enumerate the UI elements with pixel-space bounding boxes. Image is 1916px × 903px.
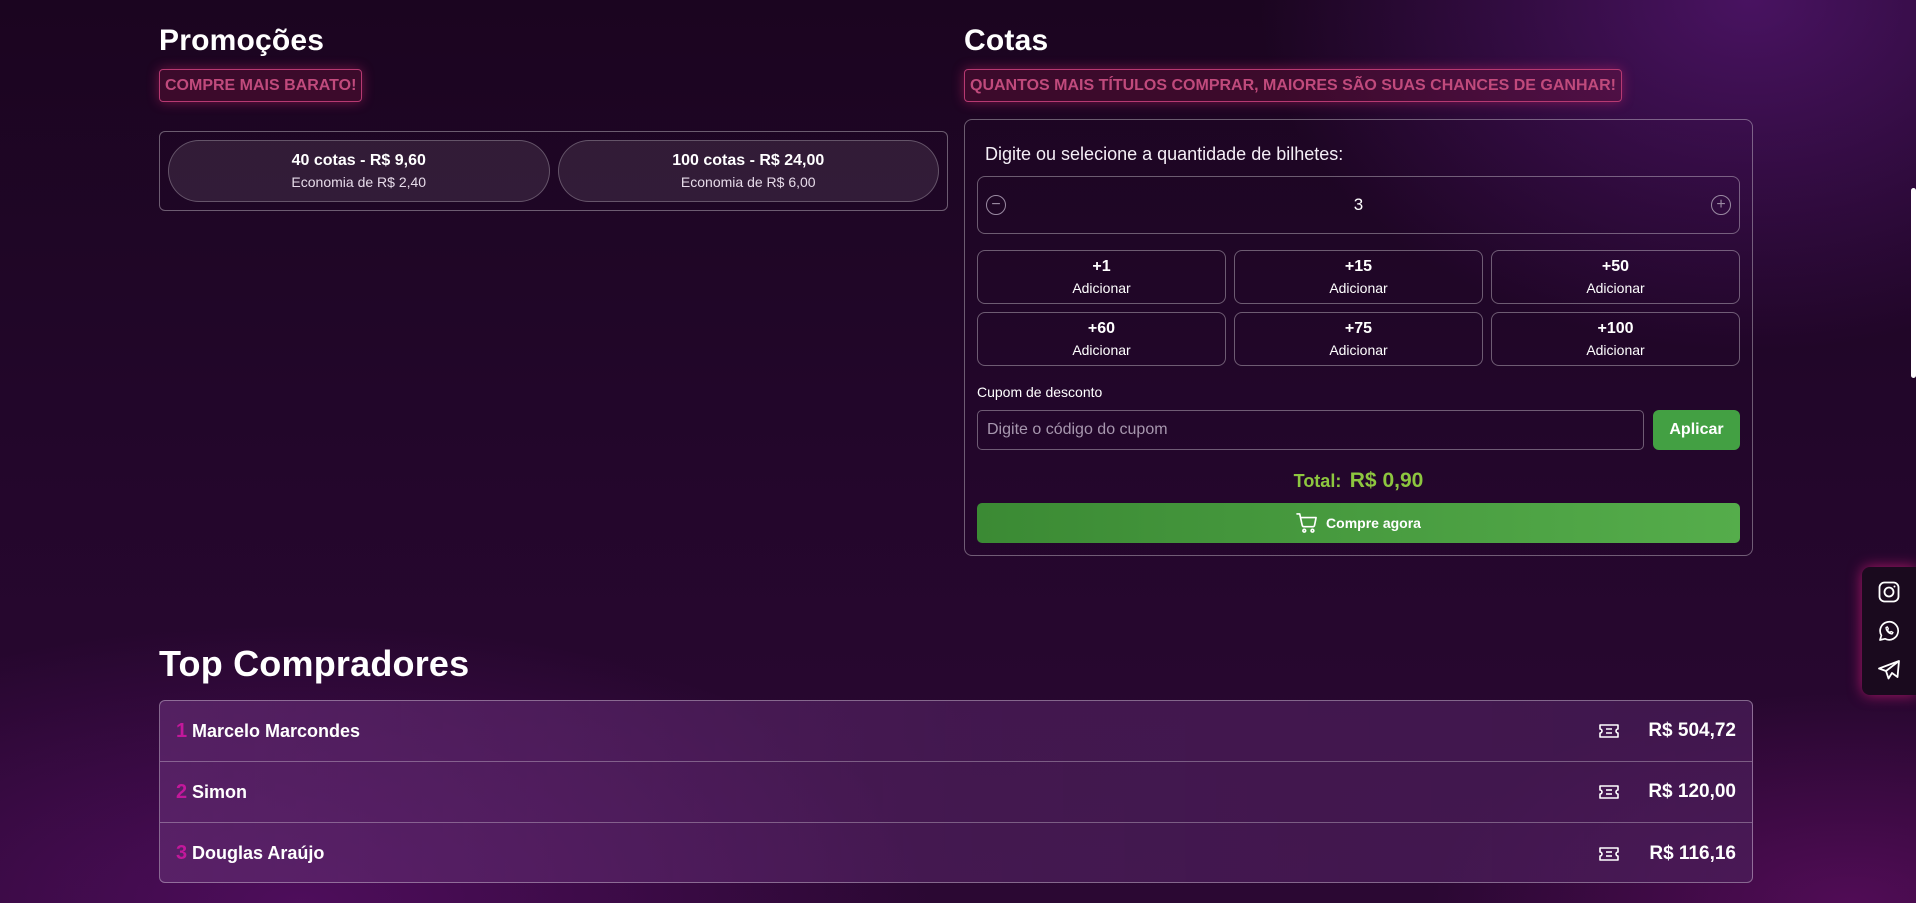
instagram-icon[interactable] [1876,579,1902,605]
add-label: Adicionar [1072,280,1131,296]
add-60-button[interactable]: +60 Adicionar [977,312,1226,366]
add-label: Adicionar [1586,342,1645,358]
buyer-total: R$ 120,00 [1648,781,1736,802]
ticket-icon [1598,785,1620,799]
add-label: Adicionar [1329,280,1388,296]
promo-savings: Economia de R$ 6,00 [680,174,816,190]
add-15-button[interactable]: +15 Adicionar [1234,250,1483,304]
ranking-row: 3 Douglas Araújo R$ 116,16 [160,823,1752,882]
plus-circle-icon[interactable]: + [1711,195,1731,215]
promo-list: 40 cotas - R$ 9,60 Economia de R$ 2,40 1… [159,131,948,211]
add-1-button[interactable]: +1 Adicionar [977,250,1226,304]
ticket-icon [1598,724,1620,738]
buyer-name: Douglas Araújo [192,843,325,863]
rank-number: 1 [176,719,188,742]
add-label: Adicionar [1586,280,1645,296]
rank-number: 3 [176,842,188,864]
add-amount: +15 [1344,258,1373,275]
buyer-name: Marcelo Marcondes [192,720,361,741]
quantity-value[interactable]: 3 [1354,195,1363,215]
apply-coupon-button[interactable]: Aplicar [1653,410,1740,450]
cart-icon [1296,513,1318,533]
quick-add-grid: +1 Adicionar +15 Adicionar +50 Adicionar… [977,250,1740,366]
page-scrollbar[interactable] [1911,188,1916,378]
promo-item-40[interactable]: 40 cotas - R$ 9,60 Economia de R$ 2,40 [168,140,550,202]
quantity-prompt: Digite ou selecione a quantidade de bilh… [985,144,1344,164]
ranking-row: 2 Simon R$ 120,00 [160,762,1752,823]
add-100-button[interactable]: +100 Adicionar [1491,312,1740,366]
ticket-icon [1598,846,1620,861]
cotas-tag: QUANTOS MAIS TÍTULOS COMPRAR, MAIORES SÃ… [964,69,1622,102]
coupon-input[interactable] [977,410,1644,450]
top-compradores-title: Top Compradores [159,643,470,684]
add-amount: +75 [1344,320,1373,337]
quantity-stepper: − 3 + [977,176,1740,234]
total-value: R$ 0,90 [1349,469,1424,492]
add-amount: +100 [1597,320,1634,337]
promo-savings: Economia de R$ 2,40 [291,174,427,190]
total-label: Total: [1293,471,1342,491]
ranking-list: 1 Marcelo Marcondes R$ 504,72 2 Simon R$… [159,700,1753,883]
add-label: Adicionar [1072,342,1131,358]
promo-title: 40 cotas - R$ 9,60 [291,152,426,169]
add-amount: +60 [1087,320,1116,337]
add-amount: +1 [1092,258,1111,275]
promocoes-title: Promoções [159,24,325,57]
buyer-total: R$ 504,72 [1648,720,1736,741]
coupon-label: Cupom de desconto [977,384,1103,400]
add-50-button[interactable]: +50 Adicionar [1491,250,1740,304]
telegram-icon[interactable] [1876,657,1902,683]
buyer-total: R$ 116,16 [1649,842,1736,864]
buyer-name: Simon [192,781,248,802]
promo-title: 100 cotas - R$ 24,00 [672,152,825,169]
ranking-row: 1 Marcelo Marcondes R$ 504,72 [160,701,1752,762]
minus-circle-icon[interactable]: − [986,195,1006,215]
cotas-title: Cotas [964,24,1049,57]
buy-now-button[interactable]: Compre agora [977,503,1740,543]
cotas-card: Digite ou selecione a quantidade de bilh… [964,119,1753,556]
buy-now-label: Compre agora [1326,515,1421,531]
social-sidebar [1862,567,1916,695]
promocoes-tag: COMPRE MAIS BARATO! [159,69,363,102]
promo-item-100[interactable]: 100 cotas - R$ 24,00 Economia de R$ 6,00 [557,140,939,202]
whatsapp-icon[interactable] [1876,618,1902,644]
rank-number: 2 [176,780,188,803]
add-75-button[interactable]: +75 Adicionar [1234,312,1483,366]
total-line: Total: R$ 0,90 [965,469,1752,493]
add-label: Adicionar [1329,342,1388,358]
add-amount: +50 [1601,258,1630,275]
